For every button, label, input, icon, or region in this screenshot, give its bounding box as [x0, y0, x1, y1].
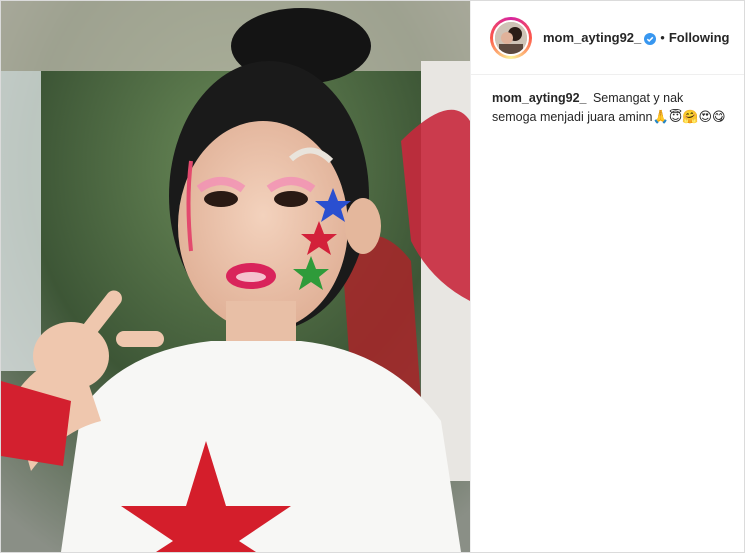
author-username[interactable]: mom_ayting92_: [543, 30, 641, 45]
story-ring[interactable]: [490, 16, 532, 59]
post-header: mom_ayting92_ • Following: [471, 1, 744, 75]
post-side-panel: mom_ayting92_ • Following mom_ayting92_ …: [470, 1, 744, 552]
post-photo[interactable]: [1, 1, 470, 552]
caption-emojis: 🙏😇🤗😍😋: [652, 110, 726, 125]
avatar[interactable]: [493, 19, 529, 56]
post-caption: mom_ayting92_ Semangat y nak semoga menj…: [471, 75, 744, 127]
avatar-image: [495, 21, 527, 54]
header-separator: •: [660, 30, 665, 45]
photo-illustration: [1, 1, 470, 552]
verified-badge-icon: [644, 32, 657, 45]
instagram-post: mom_ayting92_ • Following mom_ayting92_ …: [0, 0, 745, 553]
caption-username[interactable]: mom_ayting92_: [492, 91, 586, 105]
following-button[interactable]: Following: [669, 30, 730, 45]
